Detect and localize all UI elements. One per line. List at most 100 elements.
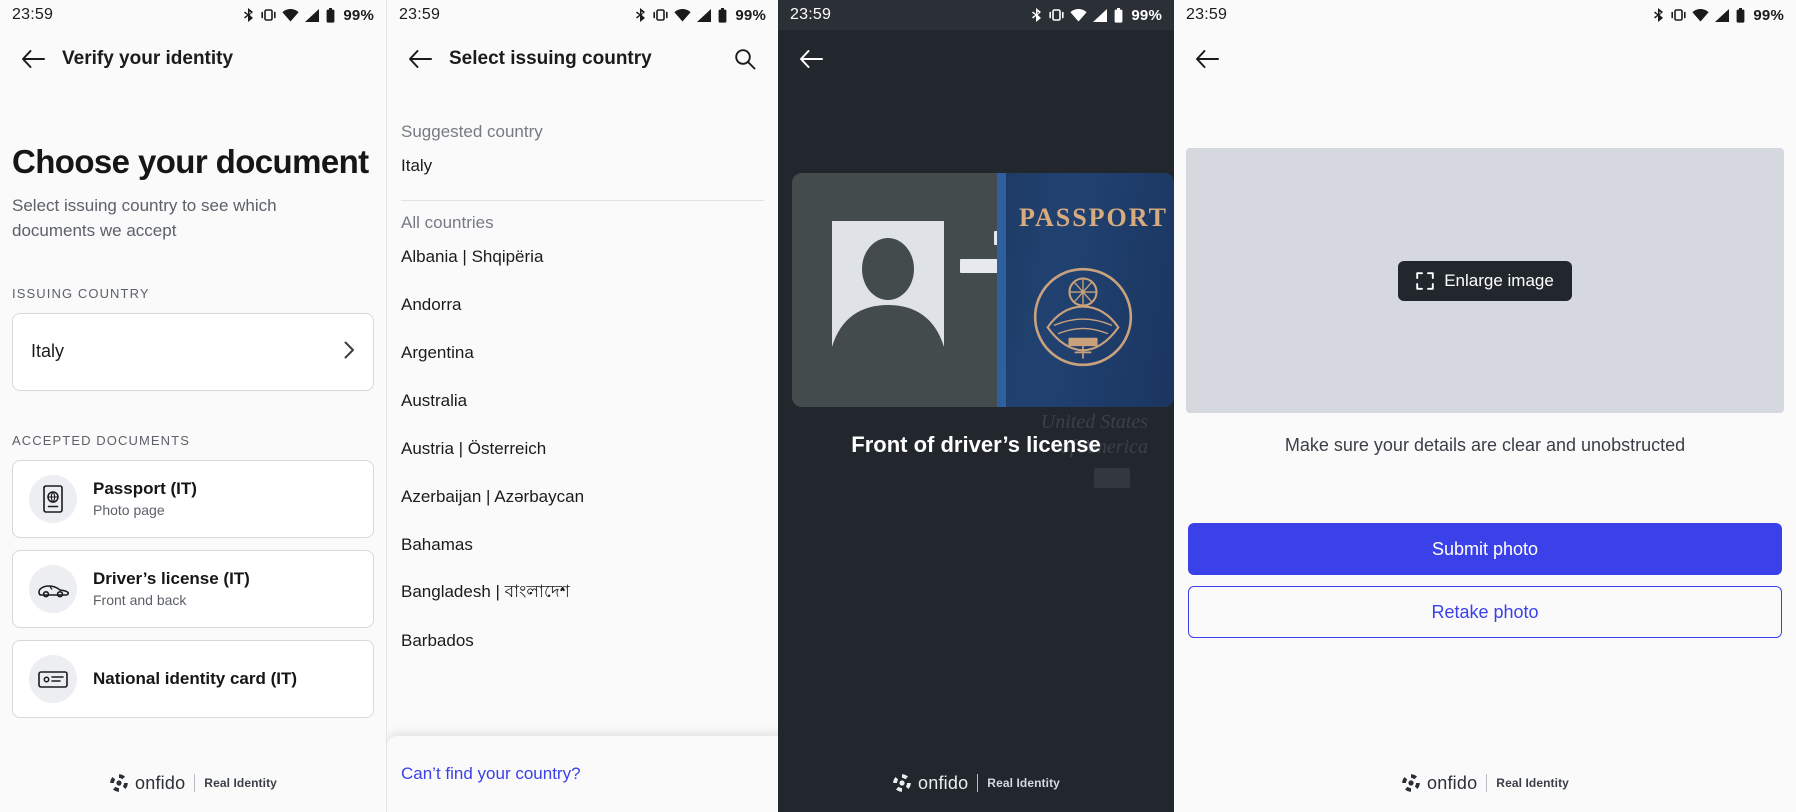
document-text: Passport (IT) Photo page (93, 479, 197, 518)
status-time: 23:59 (790, 6, 832, 23)
onfido-footer: onfido Real Identity (1174, 754, 1796, 812)
footer-tagline: Real Identity (204, 776, 277, 790)
status-icons: 99% (635, 7, 766, 24)
battery-percent: 99% (343, 6, 374, 24)
wifi-icon (674, 8, 691, 21)
heading: Choose your document (12, 143, 369, 180)
list-item[interactable]: Albania | Shqipëria (387, 233, 778, 281)
submit-photo-button[interactable]: Submit photo (1188, 523, 1782, 575)
back-arrow-icon (1196, 50, 1219, 68)
app-bar: Select issuing country (387, 30, 778, 88)
subtitle: Select issuing country to see which docu… (12, 196, 277, 240)
passport-graphic: PASSPORT (997, 173, 1174, 407)
wifi-icon (282, 8, 299, 21)
screen-choose-document: 23:59 99% Verify your identity Choose yo… (0, 0, 386, 812)
list-item[interactable]: Bangladesh | বাংলাদেশ (387, 569, 778, 617)
back-button[interactable] (794, 42, 828, 76)
status-bar: 23:59 99% (387, 0, 778, 30)
passport-spine (997, 173, 1006, 407)
onfido-logo-icon: onfido (892, 773, 968, 794)
screen-document-capture: 23:59 99% PASSPORT United States of Amer… (778, 0, 1174, 812)
bluetooth-icon (244, 8, 254, 22)
bluetooth-icon (1032, 8, 1042, 22)
list-item[interactable]: Azerbaijan | Azərbaycan (387, 473, 778, 521)
status-time: 23:59 (1186, 6, 1228, 23)
enlarge-image-button[interactable]: Enlarge image (1398, 260, 1572, 301)
list-item[interactable]: Argentina (387, 329, 778, 377)
bluetooth-icon (1654, 8, 1664, 22)
back-arrow-icon (409, 50, 432, 68)
back-button[interactable] (403, 42, 437, 76)
chevron-right-icon (344, 339, 355, 365)
status-time: 23:59 (12, 6, 54, 23)
expand-icon (1416, 271, 1434, 290)
issuing-country-value: Italy (31, 341, 65, 362)
document-text: Driver’s license (IT) Front and back (93, 569, 250, 608)
battery-icon (1114, 7, 1123, 23)
screens-container: 23:59 99% Verify your identity Choose yo… (0, 0, 1796, 812)
status-icons: 99% (1031, 7, 1162, 24)
page-title: Verify your identity (62, 48, 234, 69)
screen-photo-preview: 23:59 99% Enlarge image Make sure your d… (1174, 0, 1796, 812)
passport-icon (29, 474, 77, 523)
portrait-placeholder-icon (832, 221, 944, 347)
document-option-drivers-license[interactable]: Driver’s license (IT) Front and back (12, 549, 374, 628)
issuing-country-select[interactable]: Italy (12, 312, 374, 391)
document-subtitle: Front and back (93, 592, 187, 609)
battery-percent: 99% (1131, 6, 1162, 24)
eagle-seal-icon (1033, 267, 1133, 367)
signal-icon (1715, 8, 1730, 22)
passport-wordmark: PASSPORT (1019, 203, 1168, 232)
all-countries-label: All countries (401, 213, 494, 232)
accepted-documents-label: ACCEPTED DOCUMENTS (12, 432, 190, 448)
capture-caption: Front of driver’s license (851, 432, 1101, 457)
list-item[interactable]: Andorra (387, 281, 778, 329)
document-illustration: PASSPORT (792, 173, 1174, 407)
list-item[interactable]: Bahamas (387, 521, 778, 569)
document-title: Passport (IT) (93, 479, 197, 499)
vibrate-icon (653, 9, 668, 21)
back-button[interactable] (16, 42, 50, 76)
vibrate-icon (1049, 9, 1064, 21)
screen1-content: Choose your document Select issuing coun… (0, 143, 386, 718)
footer-divider (977, 774, 979, 792)
onfido-wordmark: onfido (918, 772, 969, 793)
status-bar: 23:59 99% (0, 0, 386, 30)
status-bar: 23:59 99% (778, 0, 1174, 30)
issuing-country-label: ISSUING COUNTRY (12, 285, 150, 301)
wifi-icon (1692, 8, 1709, 21)
battery-percent: 99% (1753, 6, 1784, 24)
enlarge-image-label: Enlarge image (1444, 270, 1554, 290)
list-item[interactable]: Austria | Österreich (387, 425, 778, 473)
onfido-footer: onfido Real Identity (0, 754, 386, 812)
back-button[interactable] (1190, 42, 1224, 76)
footer-divider (194, 774, 196, 792)
battery-icon (718, 7, 727, 23)
preview-hint: Make sure your details are clear and uno… (1284, 435, 1686, 455)
car-icon (29, 564, 77, 613)
document-title: National identity card (IT) (93, 668, 298, 688)
footer-divider (1486, 774, 1488, 792)
search-button[interactable] (728, 42, 762, 76)
onfido-wordmark: onfido (135, 772, 186, 793)
footer-tagline: Real Identity (987, 776, 1060, 790)
onfido-logo-icon: onfido (109, 773, 185, 794)
retake-photo-button[interactable]: Retake photo (1188, 586, 1782, 638)
onfido-logo-icon: onfido (1401, 773, 1477, 794)
onfido-footer: onfido Real Identity (778, 754, 1174, 812)
onfido-wordmark: onfido (1427, 772, 1478, 793)
document-title: Driver’s license (IT) (93, 569, 250, 589)
wifi-icon (1070, 8, 1087, 21)
document-option-passport[interactable]: Passport (IT) Photo page (12, 459, 374, 538)
cant-find-country-link[interactable]: Can’t find your country? (401, 764, 581, 784)
list-item[interactable]: Barbados (387, 617, 778, 665)
vibrate-icon (1671, 9, 1686, 21)
status-time: 23:59 (399, 6, 441, 23)
country-item-italy[interactable]: Italy (387, 142, 778, 190)
document-option-national-id[interactable]: National identity card (IT) (12, 639, 374, 718)
app-bar (1174, 30, 1796, 88)
list-item[interactable]: Australia (387, 377, 778, 425)
suggested-country-label: Suggested country (401, 122, 543, 141)
list-divider (401, 200, 764, 201)
footer-tagline: Real Identity (1496, 776, 1569, 790)
